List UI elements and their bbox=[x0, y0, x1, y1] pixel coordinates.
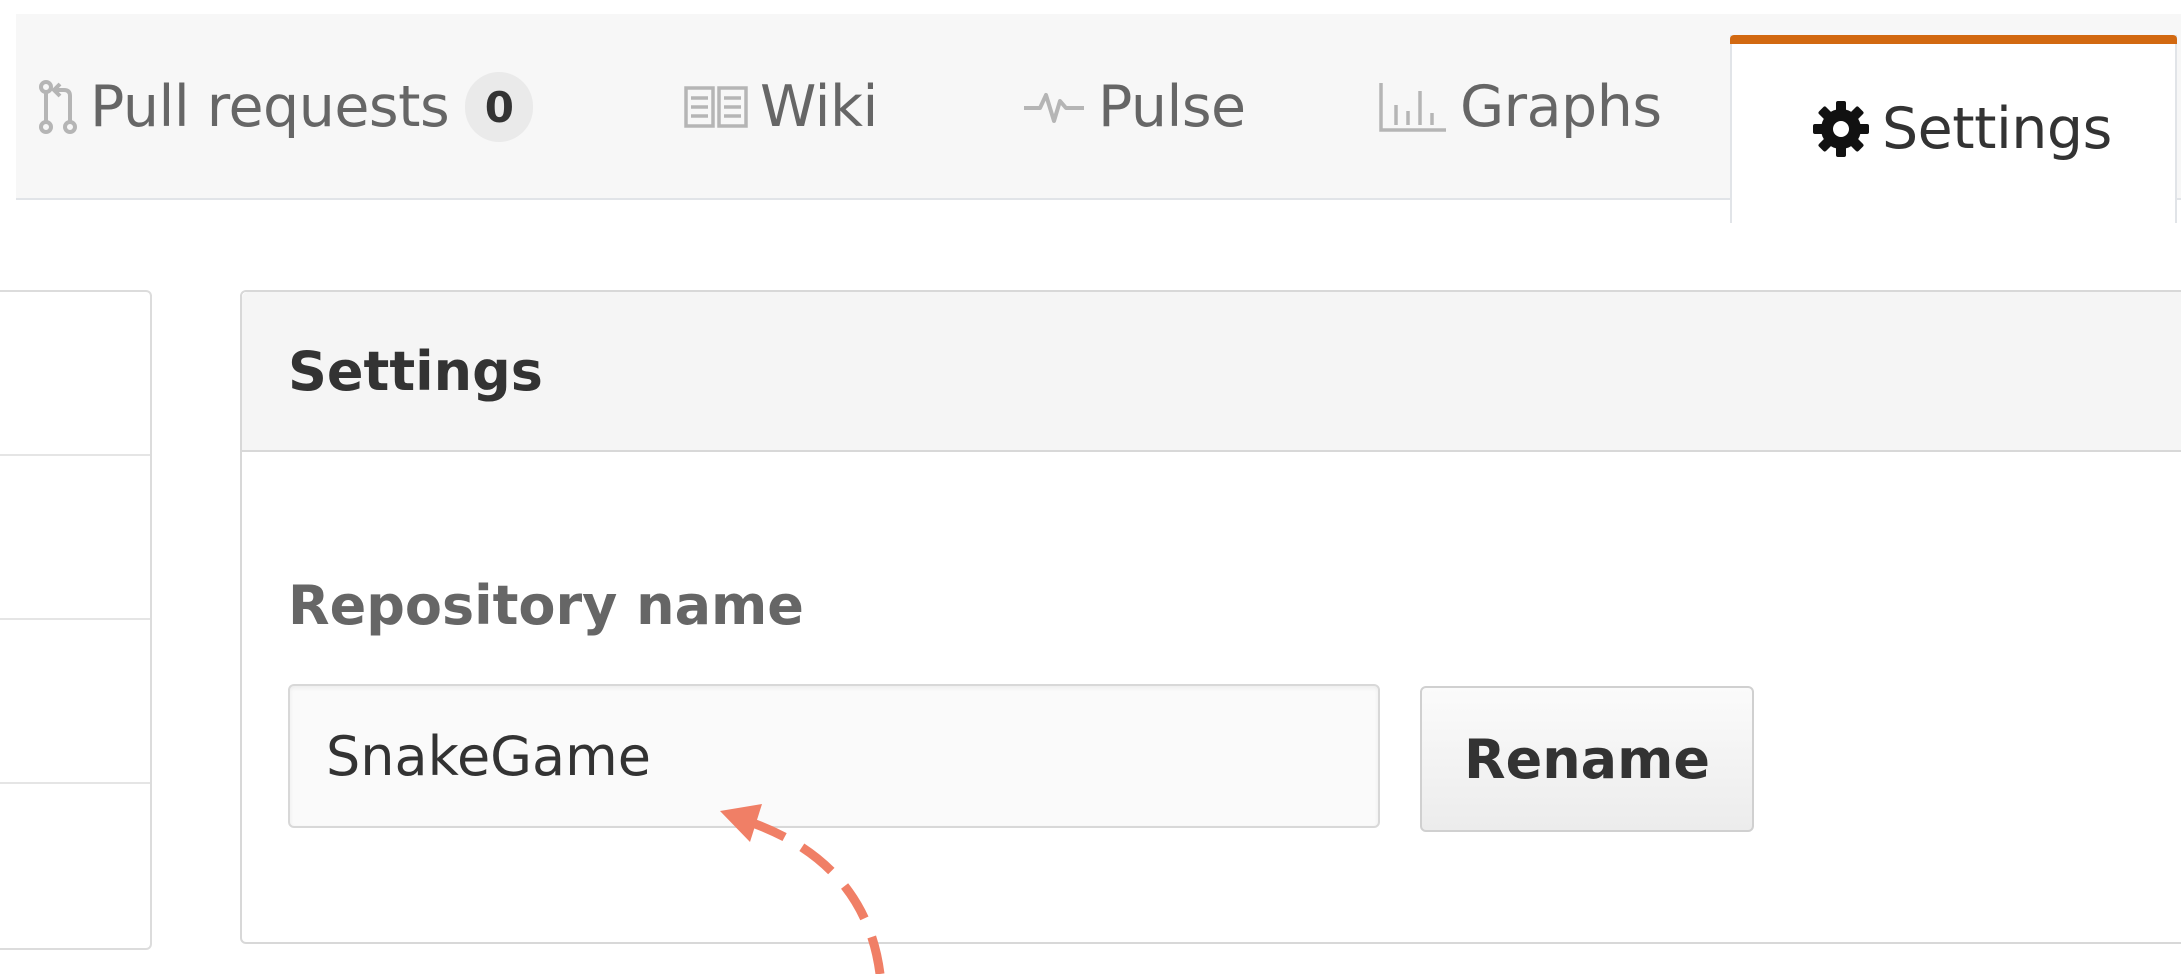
tab-settings[interactable]: Settings bbox=[1730, 35, 2177, 223]
repo-tabnav: Pull requests 0 Wiki Pulse Graphs Settin… bbox=[16, 14, 2181, 223]
menu-divider bbox=[0, 618, 150, 620]
page: Pull requests 0 Wiki Pulse Graphs Settin… bbox=[0, 0, 2181, 974]
menu-divider bbox=[0, 782, 150, 784]
repository-name-label: Repository name bbox=[288, 574, 804, 637]
menu-divider bbox=[0, 454, 150, 456]
rename-button[interactable]: Rename bbox=[1420, 686, 1754, 832]
tab-pull-requests-label: Pull requests bbox=[90, 74, 450, 140]
tab-pulse-label: Pulse bbox=[1098, 74, 1246, 140]
tab-settings-label: Settings bbox=[1882, 96, 2112, 162]
settings-box: Settings Repository name Rename bbox=[240, 290, 2181, 944]
book-icon bbox=[684, 85, 748, 129]
graph-icon bbox=[1378, 81, 1448, 133]
tab-graphs-label: Graphs bbox=[1460, 74, 1662, 140]
settings-side-menu bbox=[0, 290, 152, 950]
tab-pull-requests[interactable]: Pull requests 0 bbox=[38, 14, 534, 200]
git-pull-request-icon bbox=[38, 78, 78, 136]
dashed-arrow-icon bbox=[720, 804, 885, 974]
selected-tab-indicator bbox=[1730, 35, 2177, 44]
tab-wiki[interactable]: Wiki bbox=[684, 14, 878, 200]
settings-box-title: Settings bbox=[288, 339, 543, 403]
gear-icon bbox=[1812, 100, 1870, 158]
pull-requests-counter: 0 bbox=[465, 72, 534, 142]
tab-graphs[interactable]: Graphs bbox=[1378, 14, 1662, 200]
tab-wiki-label: Wiki bbox=[760, 74, 878, 140]
settings-box-header: Settings bbox=[242, 292, 2181, 452]
tab-pulse[interactable]: Pulse bbox=[1022, 14, 1246, 200]
pulse-icon bbox=[1022, 87, 1086, 127]
